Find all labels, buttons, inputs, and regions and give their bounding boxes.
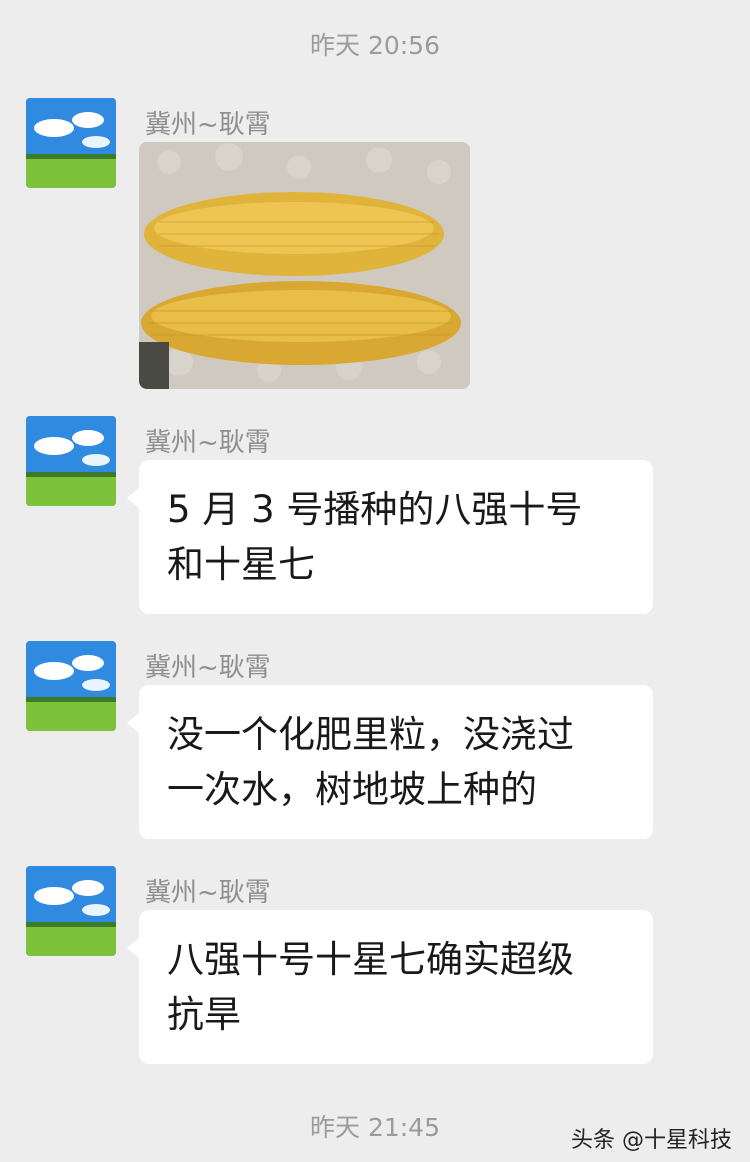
avatar[interactable] <box>26 98 116 188</box>
sender-name: 冀州~耿霄 <box>145 878 271 908</box>
landscape-avatar-icon <box>26 641 116 731</box>
landscape-avatar-icon <box>26 98 116 188</box>
corn-photo[interactable] <box>139 142 470 389</box>
message-bubble[interactable]: 5 月 3 号播种的八强十号 和十星七 <box>127 460 653 614</box>
sender-name: 冀州~耿霄 <box>145 653 271 683</box>
message-line: 没一个化肥里粒，没浇过 <box>167 713 574 756</box>
watermark-text: 头条 @十星科技 <box>571 1128 732 1153</box>
landscape-avatar-icon <box>26 416 116 506</box>
message-bubble[interactable]: 八强十号十星七确实超级 抗旱 <box>127 910 653 1064</box>
avatar[interactable] <box>26 866 116 956</box>
message-line: 八强十号十星七确实超级 <box>167 938 574 981</box>
message-bubble[interactable]: 没一个化肥里粒，没浇过 一次水，树地坡上种的 <box>127 685 653 839</box>
sender-name: 冀州~耿霄 <box>145 110 271 140</box>
landscape-avatar-icon <box>26 866 116 956</box>
avatar[interactable] <box>26 416 116 506</box>
corn-image-icon <box>139 142 470 389</box>
timestamp-top: 昨天 20:56 <box>310 31 440 60</box>
watermark: 头条 @十星科技 <box>571 1122 732 1154</box>
message-line: 5 月 3 号播种的八强十号 <box>167 488 583 531</box>
message-line: 抗旱 <box>167 993 241 1036</box>
avatar[interactable] <box>26 641 116 731</box>
message-line: 和十星七 <box>167 543 315 586</box>
sender-name: 冀州~耿霄 <box>145 428 271 458</box>
message-line: 一次水，树地坡上种的 <box>167 768 537 811</box>
